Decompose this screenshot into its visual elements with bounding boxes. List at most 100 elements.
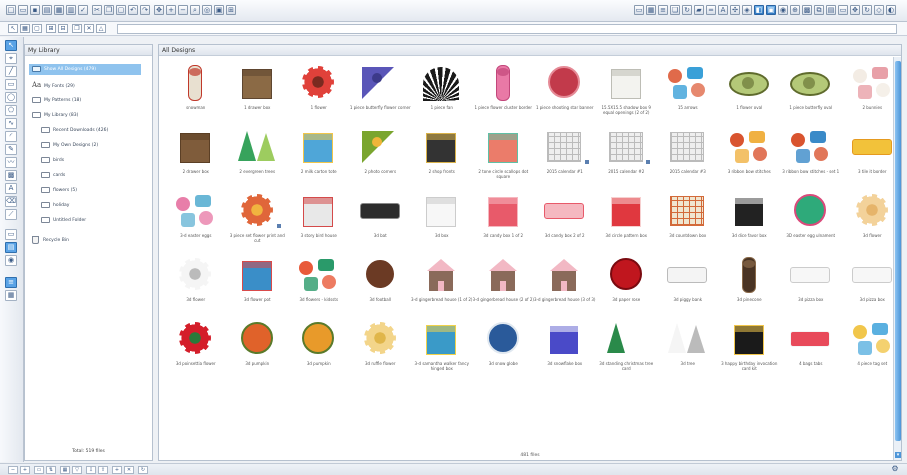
align-icon[interactable]: ≡ bbox=[658, 5, 668, 15]
tree-item-flowers[interactable]: flowers (5) bbox=[41, 185, 77, 196]
folder-add-icon[interactable]: + bbox=[112, 466, 122, 474]
fill-icon[interactable]: ▰ bbox=[694, 5, 704, 15]
select-tool-icon[interactable]: ↖ bbox=[8, 24, 18, 33]
design-thumbnail[interactable]: 3-d gingerbread house (3 of 3) bbox=[534, 251, 596, 315]
tree-item-recycle-bin[interactable]: Recycle Bin bbox=[32, 235, 69, 246]
new-icon[interactable]: □ bbox=[6, 5, 16, 15]
group-icon[interactable]: ⊞ bbox=[46, 24, 56, 33]
design-thumbnail[interactable]: 3d poinsettia flower bbox=[165, 315, 227, 379]
freehand-tool-icon[interactable]: ✎ bbox=[5, 144, 17, 155]
cut-icon[interactable]: ✂ bbox=[92, 5, 102, 15]
tree-item-birds[interactable]: birds bbox=[41, 155, 64, 166]
zoom-in-small-icon[interactable]: + bbox=[20, 466, 30, 474]
points-icon[interactable]: ⊕ bbox=[790, 5, 800, 15]
design-thumbnail[interactable]: 3d candy box 2 of 2 bbox=[534, 187, 596, 251]
deselect-icon[interactable]: ▢ bbox=[32, 24, 42, 33]
design-thumbnail[interactable]: 3d pizza box bbox=[780, 251, 842, 315]
tree-item-show-all[interactable]: Show All Designs (479) bbox=[29, 64, 141, 75]
knife-tool-icon[interactable]: ⟋ bbox=[5, 209, 17, 220]
duplicate-icon[interactable]: ❐ bbox=[72, 24, 82, 33]
store-view-icon[interactable]: ◉ bbox=[5, 255, 17, 266]
design-thumbnail[interactable]: 3d snow globe bbox=[473, 315, 535, 379]
design-thumbnail[interactable]: 1 piece shooting star banner bbox=[534, 59, 596, 123]
design-thumbnail[interactable]: 2015 calendar #3 bbox=[657, 123, 719, 187]
design-thumbnail[interactable]: 1 flower oval bbox=[719, 59, 781, 123]
refresh-icon[interactable]: ↻ bbox=[138, 466, 148, 474]
library-icon[interactable]: ▤ bbox=[42, 5, 52, 15]
knife-icon[interactable]: ⧉ bbox=[814, 5, 824, 15]
scale-icon[interactable]: ▭ bbox=[838, 5, 848, 15]
line-icon[interactable]: ═ bbox=[706, 5, 716, 15]
design-thumbnail[interactable]: 3d flower pot bbox=[227, 251, 289, 315]
design-thumbnail[interactable]: 3d football bbox=[350, 251, 412, 315]
design-thumbnail[interactable]: 3 story bird house bbox=[288, 187, 350, 251]
pointer-tool-icon[interactable]: ↖ bbox=[5, 40, 17, 51]
text-style-icon[interactable]: A bbox=[718, 5, 728, 15]
store-icon[interactable]: ▦ bbox=[54, 5, 64, 15]
design-thumbnail[interactable]: 3d countdown box bbox=[657, 187, 719, 251]
move-icon[interactable]: ✥ bbox=[850, 5, 860, 15]
grid-settings-icon[interactable]: ▦ bbox=[646, 5, 656, 15]
scrollbar-thumb[interactable] bbox=[895, 61, 901, 441]
design-thumbnail[interactable]: 3d ruffle flower bbox=[350, 315, 412, 379]
design-thumbnail[interactable]: 3d box bbox=[411, 187, 473, 251]
select-all-icon[interactable]: ▦ bbox=[20, 24, 30, 33]
tree-item-holiday[interactable]: holiday bbox=[41, 200, 69, 211]
tree-item-cards[interactable]: cards bbox=[41, 170, 65, 181]
folder-remove-icon[interactable]: ✕ bbox=[124, 466, 134, 474]
design-thumbnail[interactable]: 3d piggy bank bbox=[657, 251, 719, 315]
design-thumbnail[interactable]: 3d bat bbox=[350, 187, 412, 251]
design-thumbnail[interactable]: 3 piece set flower print and cut bbox=[227, 187, 289, 251]
design-thumbnail[interactable]: 3d circle pattern box bbox=[596, 187, 658, 251]
design-thumbnail[interactable]: 4 bags tabs bbox=[780, 315, 842, 379]
rotate-icon[interactable]: ↻ bbox=[862, 5, 872, 15]
design-thumbnail[interactable]: 3 ribbon bow stitches bbox=[719, 123, 781, 187]
design-thumbnail[interactable]: snowman bbox=[165, 59, 227, 123]
pan-icon[interactable]: ✥ bbox=[154, 5, 164, 15]
design-thumbnail[interactable]: 3d flowers - kidssts bbox=[288, 251, 350, 315]
polygon-tool-icon[interactable]: ⬠ bbox=[5, 105, 17, 116]
design-thumbnail[interactable]: 1 piece butterfly flower corner bbox=[350, 59, 412, 123]
design-thumbnail[interactable]: 3d dice favor box bbox=[719, 187, 781, 251]
design-thumbnail[interactable]: 1 flower bbox=[288, 59, 350, 123]
tree-item-untitled-folder[interactable]: Untitled Folder bbox=[41, 215, 86, 226]
design-thumbnail[interactable]: 3-d gingerbread house (2 of 2) bbox=[473, 251, 535, 315]
text-tool-icon[interactable]: A bbox=[5, 183, 17, 194]
smooth-tool-icon[interactable]: 〰 bbox=[5, 157, 17, 168]
scroll-down-icon[interactable]: ▾ bbox=[895, 452, 901, 458]
cut-settings-icon[interactable]: ◧ bbox=[754, 5, 764, 15]
edit-points-icon[interactable]: ⌖ bbox=[5, 53, 17, 64]
replicate-icon[interactable]: ❏ bbox=[670, 5, 680, 15]
design-store-icon[interactable]: ▣ bbox=[766, 5, 776, 15]
weld-icon[interactable]: △ bbox=[96, 24, 106, 33]
page-icon[interactable]: ▭ bbox=[34, 466, 44, 474]
curve-tool-icon[interactable]: ∿ bbox=[5, 118, 17, 129]
design-thumbnail[interactable]: 3d pinecone bbox=[719, 251, 781, 315]
view-icon[interactable]: ▦ bbox=[60, 466, 70, 474]
open-icon[interactable]: ▭ bbox=[18, 5, 28, 15]
save-icon[interactable]: ▪ bbox=[30, 5, 40, 15]
eraser-tool-icon[interactable]: ⌫ bbox=[5, 196, 17, 207]
library-view-icon[interactable]: ▤ bbox=[5, 242, 17, 253]
tree-item-my-own-designs[interactable]: My Own Designs (2) bbox=[41, 140, 98, 151]
design-thumbnail[interactable]: 3d candy box 1 of 2 bbox=[473, 187, 535, 251]
transform-icon[interactable]: ↻ bbox=[682, 5, 692, 15]
trace-icon[interactable]: ◈ bbox=[742, 5, 752, 15]
settings-gear-icon[interactable]: ⚙ bbox=[890, 465, 900, 474]
zoom-in-icon[interactable]: + bbox=[166, 5, 176, 15]
print-icon[interactable]: ▥ bbox=[66, 5, 76, 15]
design-thumbnail[interactable]: 3d pumpkin bbox=[288, 315, 350, 379]
filter-icon[interactable]: ▽ bbox=[72, 466, 82, 474]
line-tool-icon[interactable]: ╱ bbox=[5, 66, 17, 77]
tree-item-my-patterns[interactable]: My Patterns (18) bbox=[32, 95, 81, 106]
zoom-page-icon[interactable]: ▣ bbox=[214, 5, 224, 15]
design-thumbnail[interactable]: 2 shop fronts bbox=[411, 123, 473, 187]
zoom-out-small-icon[interactable]: − bbox=[8, 466, 18, 474]
design-thumbnail[interactable]: 3d standing christmas tree card bbox=[596, 315, 658, 379]
tree-item-recent-downloads[interactable]: Recent Downloads (426) bbox=[41, 125, 108, 136]
zoom-out-icon[interactable]: − bbox=[178, 5, 188, 15]
design-thumbnail[interactable]: 2 milk carton tote bbox=[288, 123, 350, 187]
design-thumbnail[interactable]: 3-d easter eggs bbox=[165, 187, 227, 251]
page-setup-icon[interactable]: ▭ bbox=[634, 5, 644, 15]
design-thumbnail[interactable]: 2 photo corners bbox=[350, 123, 412, 187]
